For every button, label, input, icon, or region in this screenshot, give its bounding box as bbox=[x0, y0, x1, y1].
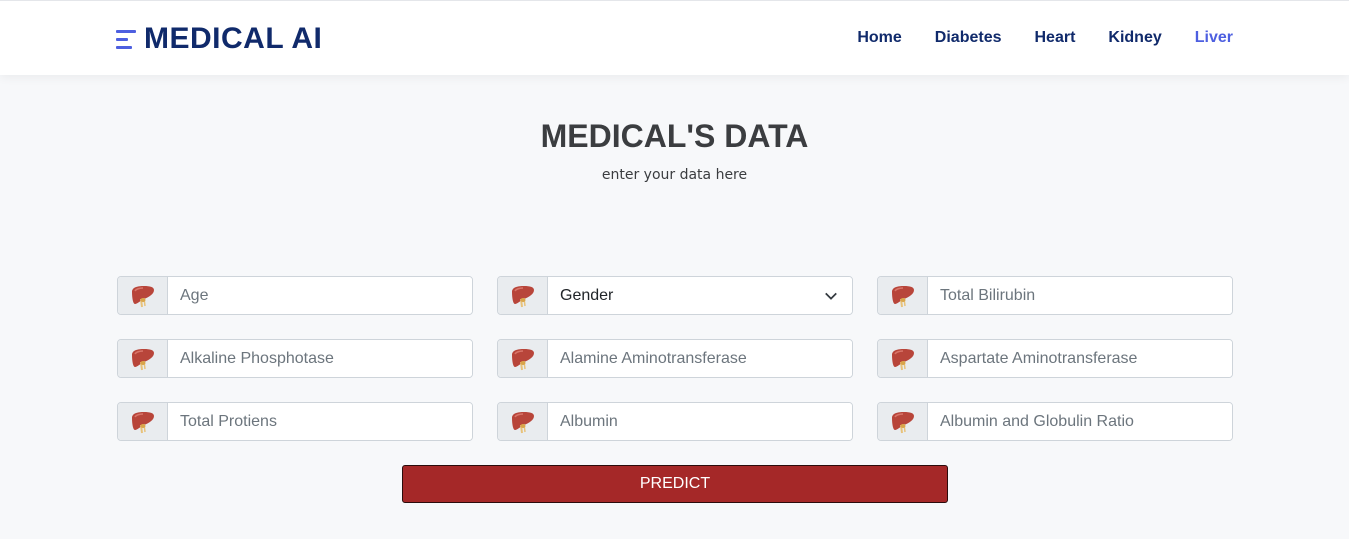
brand-name: MEDICAL AI bbox=[144, 22, 323, 55]
nav-liver[interactable]: Liver bbox=[1195, 27, 1233, 49]
alkaline-phosphotase-field-group bbox=[117, 339, 473, 378]
liver-icon bbox=[878, 403, 928, 440]
liver-icon bbox=[878, 340, 928, 377]
alamine-aminotransferase-field-group bbox=[497, 339, 853, 378]
total-protiens-field-group bbox=[117, 402, 473, 441]
liver-icon bbox=[118, 340, 168, 377]
age-input[interactable] bbox=[168, 277, 472, 314]
chevron-down-icon bbox=[825, 292, 837, 300]
liver-icon bbox=[498, 403, 548, 440]
gender-field-group: Gender bbox=[497, 276, 853, 315]
nav-diabetes[interactable]: Diabetes bbox=[935, 27, 1002, 49]
predict-button[interactable]: PREDICT bbox=[402, 465, 948, 503]
albumin-globulin-ratio-input[interactable] bbox=[928, 403, 1232, 440]
liver-icon bbox=[118, 277, 168, 314]
aspartate-aminotransferase-field-group bbox=[877, 339, 1233, 378]
age-field-group bbox=[117, 276, 473, 315]
nav-kidney[interactable]: Kidney bbox=[1108, 27, 1161, 49]
liver-icon bbox=[878, 277, 928, 314]
nav-heart[interactable]: Heart bbox=[1035, 27, 1076, 49]
alamine-aminotransferase-input[interactable] bbox=[548, 340, 852, 377]
nav-home[interactable]: Home bbox=[857, 27, 901, 49]
liver-icon bbox=[498, 277, 548, 314]
albumin-input[interactable] bbox=[548, 403, 852, 440]
aspartate-aminotransferase-input[interactable] bbox=[928, 340, 1232, 377]
liver-icon bbox=[498, 340, 548, 377]
navbar: MEDICAL AI Home Diabetes Heart Kidney Li… bbox=[0, 0, 1349, 75]
total-bilirubin-field-group bbox=[877, 276, 1233, 315]
brand-logo[interactable]: MEDICAL AI bbox=[116, 21, 322, 57]
page-title: MEDICAL'S DATA bbox=[540, 118, 809, 154]
total-protiens-input[interactable] bbox=[168, 403, 472, 440]
liver-icon bbox=[118, 403, 168, 440]
total-bilirubin-input[interactable] bbox=[928, 277, 1232, 314]
menu-lines-icon bbox=[116, 25, 138, 53]
albumin-field-group bbox=[497, 402, 853, 441]
main-nav: Home Diabetes Heart Kidney Liver bbox=[824, 27, 1233, 49]
albumin-globulin-ratio-field-group bbox=[877, 402, 1233, 441]
gender-select[interactable]: Gender bbox=[548, 277, 852, 314]
gender-select-value: Gender bbox=[560, 286, 614, 304]
alkaline-phosphotase-input[interactable] bbox=[168, 340, 472, 377]
page-subtitle: enter your data here bbox=[601, 167, 748, 183]
